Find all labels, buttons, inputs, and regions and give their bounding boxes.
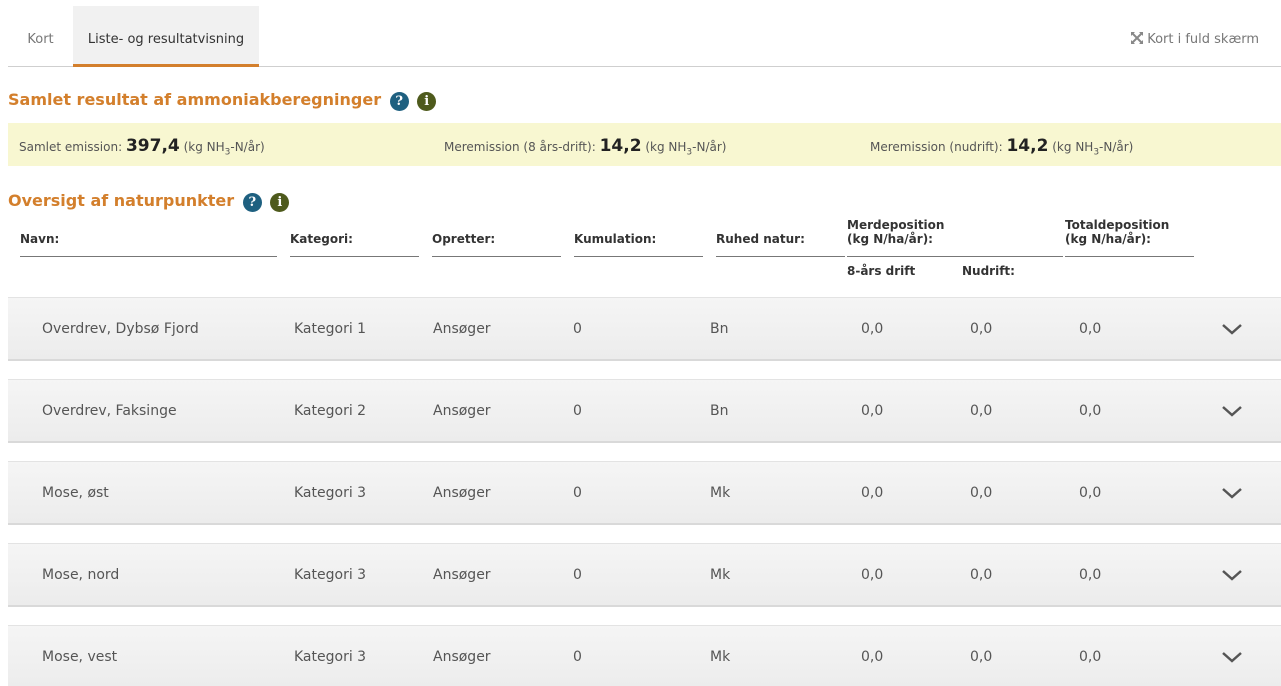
- cell-8-ars-drift: 0,0: [861, 321, 884, 337]
- meremission-8-ars-drift: Meremission (8 års-drift): 14,2 (kg NH3-…: [444, 123, 726, 166]
- cell-kategori: Kategori 3: [294, 649, 367, 665]
- cell-ruhed: Bn: [710, 321, 729, 337]
- result-section-title: Samlet resultat af ammoniakberegninger ?…: [8, 90, 437, 111]
- cell-navn: Overdrev, Dybsø Fjord: [42, 321, 199, 337]
- emission-summary-bar: Samlet emission: 397,4 (kg NH3-N/år) Mer…: [8, 123, 1281, 166]
- total-emission-label: Samlet emission:: [19, 140, 123, 154]
- cell-kumulation: 0: [573, 321, 582, 337]
- table-row[interactable]: Overdrev, Faksinge Kategori 2 Ansøger 0 …: [8, 379, 1281, 443]
- meremission-nudrift-label: Meremission (nudrift):: [870, 140, 1003, 154]
- cell-kategori: Kategori 3: [294, 485, 367, 501]
- cell-nudrift: 0,0: [970, 403, 993, 419]
- cell-opretter: Ansøger: [433, 567, 491, 583]
- cell-ruhed: Bn: [710, 403, 729, 419]
- column-header-kategori[interactable]: Kategori:: [290, 218, 419, 257]
- question-circle-icon[interactable]: ?: [389, 92, 409, 111]
- cell-total: 0,0: [1079, 567, 1102, 583]
- cell-kumulation: 0: [573, 485, 582, 501]
- cell-opretter: Ansøger: [433, 485, 491, 501]
- cell-total: 0,0: [1079, 649, 1102, 665]
- column-header-ruhed-natur[interactable]: Ruhed natur:: [716, 218, 845, 257]
- result-title-text: Samlet resultat af ammoniakberegninger: [8, 90, 382, 109]
- cell-kumulation: 0: [573, 567, 582, 583]
- column-header-totaldeposition[interactable]: Totaldeposition (kg N/ha/år):: [1065, 218, 1194, 257]
- cell-navn: Overdrev, Faksinge: [42, 403, 177, 419]
- column-header-kumulation[interactable]: Kumulation:: [574, 218, 703, 257]
- fullscreen-map-link[interactable]: Kort i fuld skærm: [1130, 6, 1259, 66]
- cell-kumulation: 0: [573, 649, 582, 665]
- emission-unit: (kg NH3-N/år): [645, 140, 727, 158]
- cell-navn: Mose, øst: [42, 485, 109, 501]
- cell-kumulation: 0: [573, 403, 582, 419]
- cell-kategori: Kategori 1: [294, 321, 367, 337]
- total-emission-value: 397,4: [125, 136, 180, 156]
- cell-navn: Mose, vest: [42, 649, 118, 665]
- column-header-merdeposition[interactable]: Merdeposition (kg N/ha/år):: [847, 218, 1063, 257]
- expand-icon: [1131, 32, 1144, 44]
- emission-unit: (kg NH3-N/år): [183, 140, 265, 158]
- meremission-8-label: Meremission (8 års-drift):: [444, 140, 596, 154]
- fullscreen-label: Kort i fuld skærm: [1147, 32, 1259, 47]
- cell-8-ars-drift: 0,0: [861, 567, 884, 583]
- chevron-down-icon[interactable]: [1221, 650, 1243, 664]
- total-emission: Samlet emission: 397,4 (kg NH3-N/år): [19, 123, 265, 166]
- chevron-down-icon[interactable]: [1221, 486, 1243, 500]
- cell-total: 0,0: [1079, 321, 1102, 337]
- cell-ruhed: Mk: [710, 485, 731, 501]
- totaldeposition-unit: (kg N/ha/år):: [1065, 232, 1151, 246]
- table-row[interactable]: Mose, nord Kategori 3 Ansøger 0 Mk 0,0 0…: [8, 543, 1281, 607]
- cell-kategori: Kategori 3: [294, 567, 367, 583]
- column-header-opretter[interactable]: Opretter:: [432, 218, 561, 257]
- subheader-nudrift: Nudrift:: [962, 264, 1015, 278]
- subheader-8-ars-drift: 8-års drift: [847, 264, 916, 278]
- cell-total: 0,0: [1079, 403, 1102, 419]
- column-header-navn[interactable]: Navn:: [20, 218, 277, 257]
- cell-8-ars-drift: 0,0: [861, 403, 884, 419]
- cell-opretter: Ansøger: [433, 649, 491, 665]
- meremission-nudrift-value: 14,2: [1006, 136, 1049, 156]
- cell-ruhed: Mk: [710, 567, 731, 583]
- cell-kategori: Kategori 2: [294, 403, 367, 419]
- chevron-down-icon[interactable]: [1221, 322, 1243, 336]
- merdeposition-unit: (kg N/ha/år):: [847, 232, 933, 246]
- cell-total: 0,0: [1079, 485, 1102, 501]
- overview-section-title: Oversigt af naturpunkter ? i: [8, 191, 290, 212]
- meremission-8-value: 14,2: [599, 136, 642, 156]
- totaldeposition-label: Totaldeposition: [1065, 218, 1170, 232]
- info-circle-icon[interactable]: i: [417, 92, 437, 111]
- cell-8-ars-drift: 0,0: [861, 649, 884, 665]
- tab-bar: Kort Liste- og resultatvisning Kort i fu…: [8, 6, 1281, 67]
- emission-unit: (kg NH3-N/år): [1052, 140, 1134, 158]
- table-row[interactable]: Mose, øst Kategori 3 Ansøger 0 Mk 0,0 0,…: [8, 461, 1281, 525]
- cell-nudrift: 0,0: [970, 321, 993, 337]
- question-circle-icon[interactable]: ?: [242, 193, 262, 212]
- overview-title-text: Oversigt af naturpunkter: [8, 191, 235, 210]
- cell-8-ars-drift: 0,0: [861, 485, 884, 501]
- cell-opretter: Ansøger: [433, 403, 491, 419]
- merdeposition-label: Merdeposition: [847, 218, 945, 232]
- chevron-down-icon[interactable]: [1221, 568, 1243, 582]
- chevron-down-icon[interactable]: [1221, 404, 1243, 418]
- cell-nudrift: 0,0: [970, 485, 993, 501]
- cell-ruhed: Mk: [710, 649, 731, 665]
- cell-nudrift: 0,0: [970, 649, 993, 665]
- cell-navn: Mose, nord: [42, 567, 120, 583]
- info-circle-icon[interactable]: i: [270, 193, 290, 212]
- cell-nudrift: 0,0: [970, 567, 993, 583]
- table-row[interactable]: Overdrev, Dybsø Fjord Kategori 1 Ansøger…: [8, 297, 1281, 361]
- tab-kort[interactable]: Kort: [8, 6, 73, 66]
- meremission-nudrift: Meremission (nudrift): 14,2 (kg NH3-N/år…: [870, 123, 1133, 166]
- tab-liste-og-resultatvisning[interactable]: Liste- og resultatvisning: [73, 6, 259, 67]
- cell-opretter: Ansøger: [433, 321, 491, 337]
- table-row[interactable]: Mose, vest Kategori 3 Ansøger 0 Mk 0,0 0…: [8, 625, 1281, 686]
